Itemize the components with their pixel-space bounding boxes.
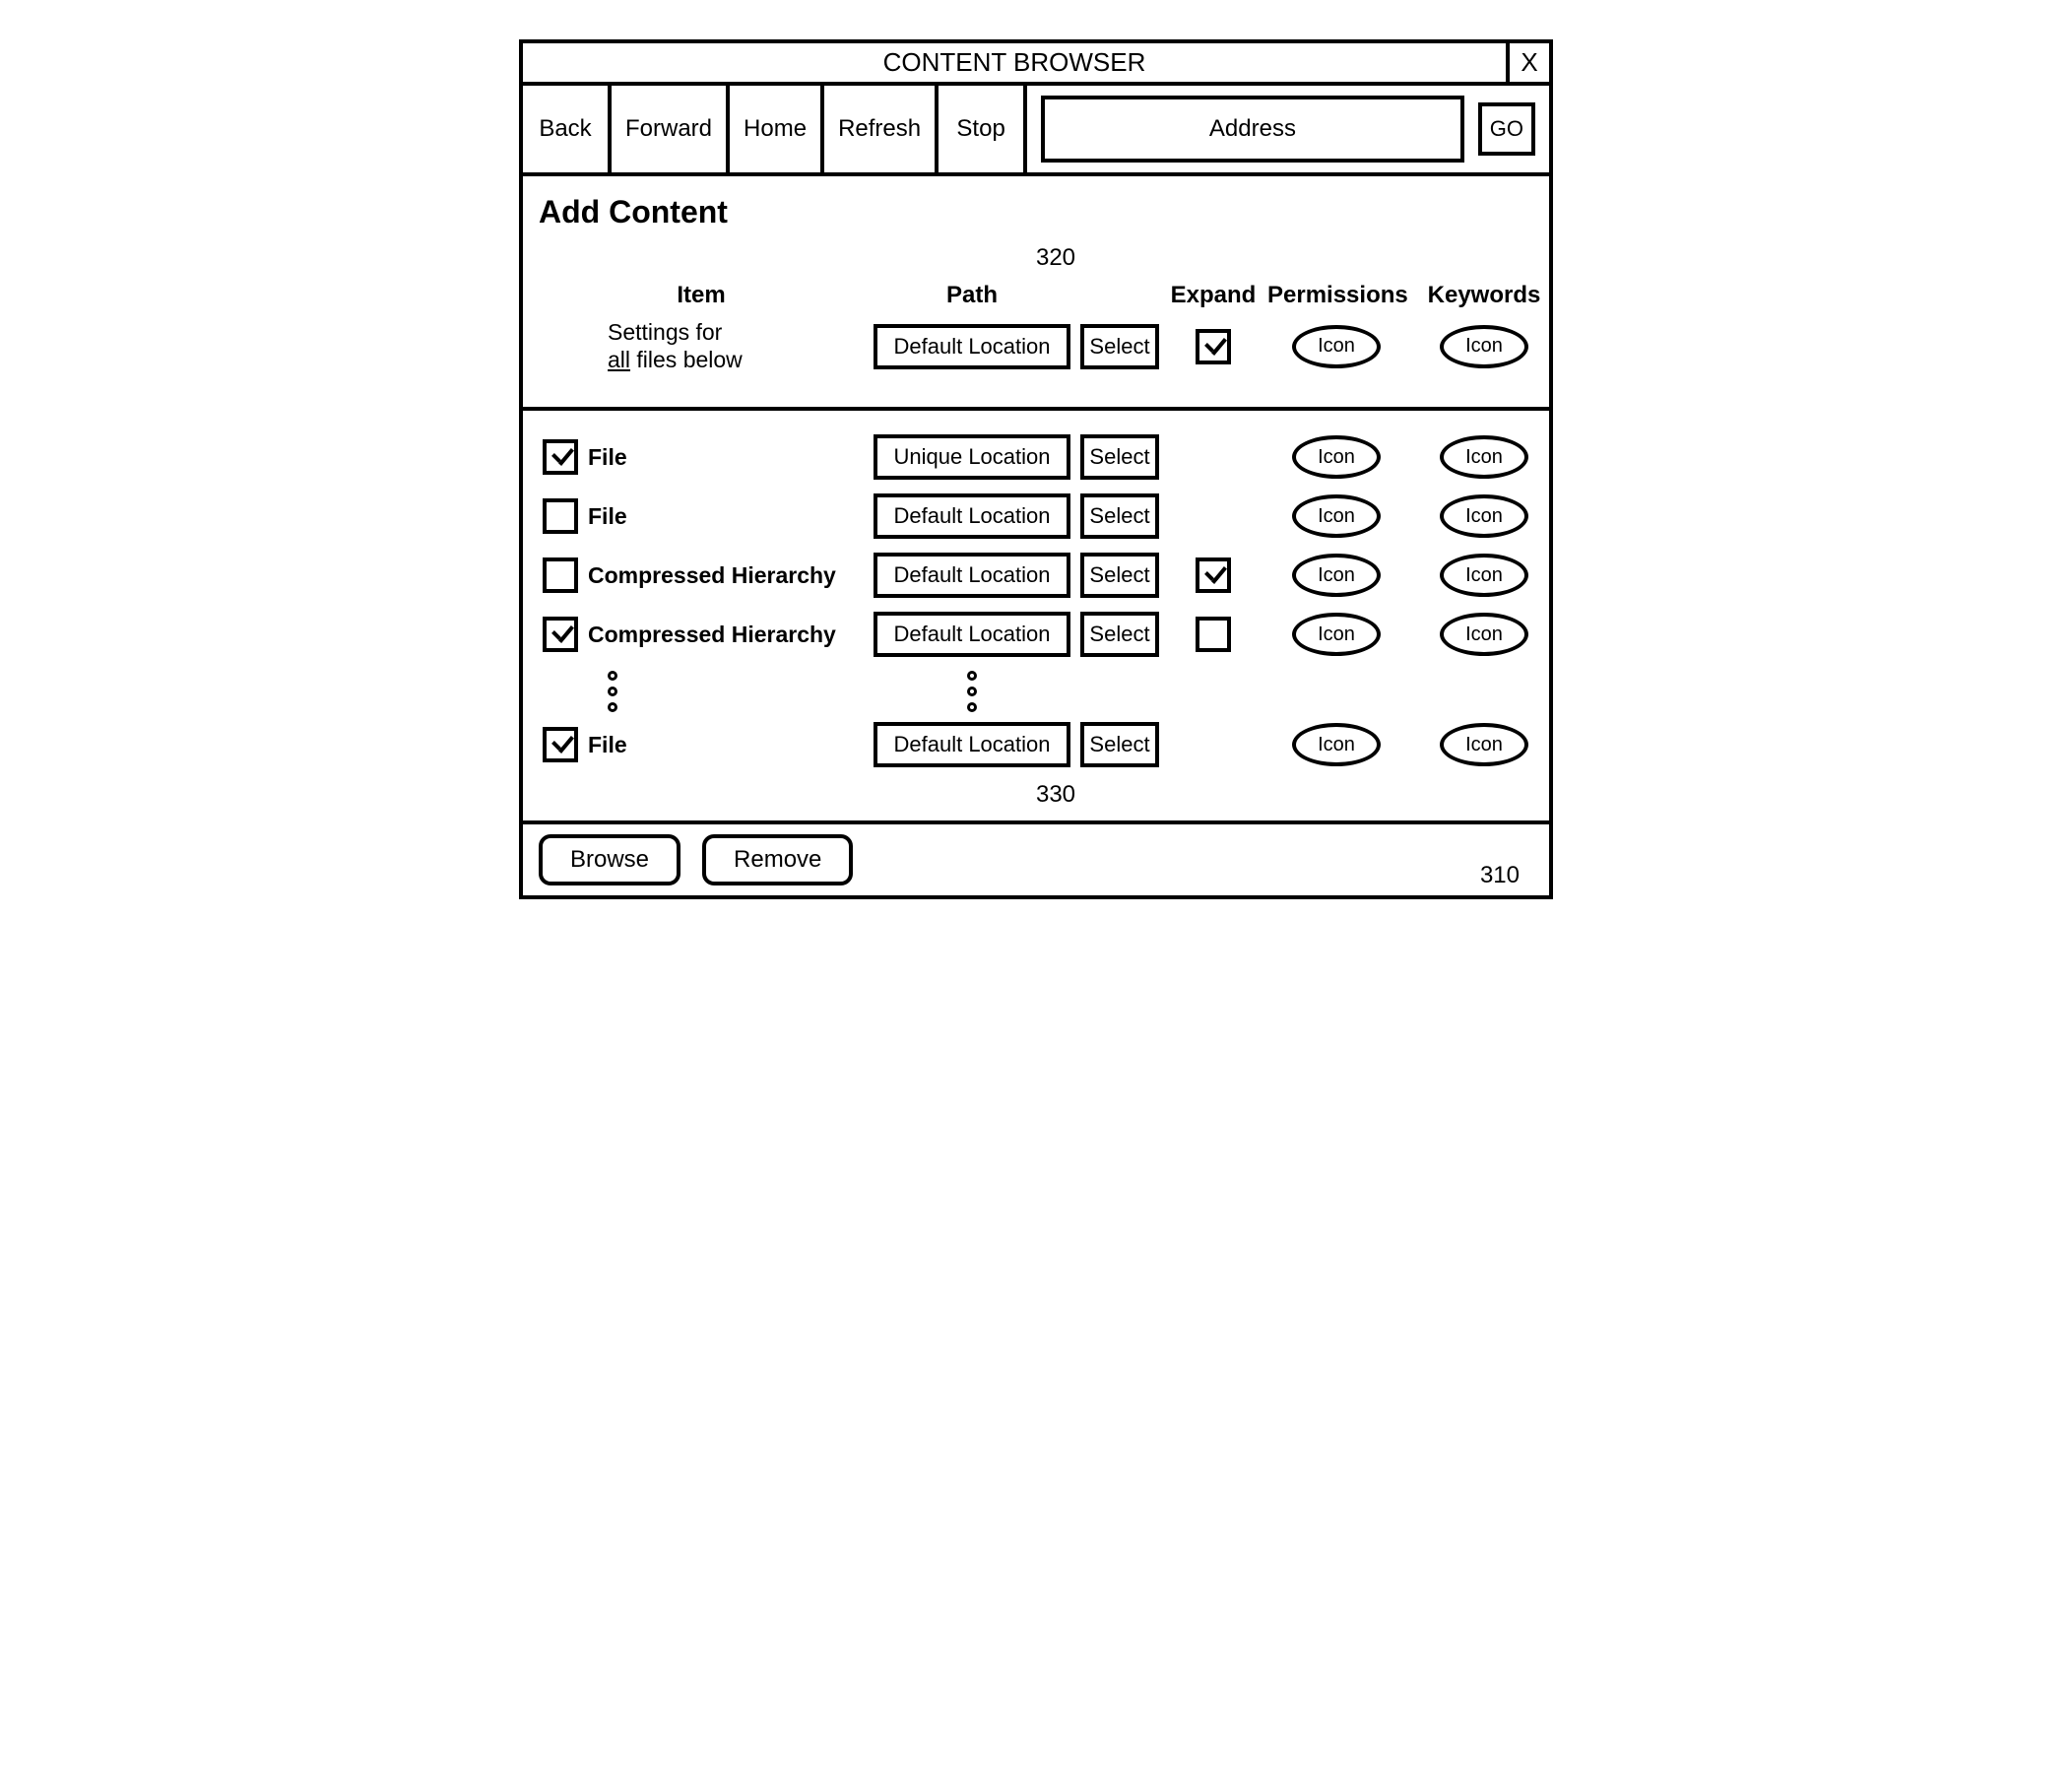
ref-num-320: 320 [539, 244, 1533, 272]
settings-expand-checkbox[interactable] [1196, 329, 1231, 364]
row-permissions-icon[interactable]: Icon [1292, 723, 1381, 766]
refresh-button[interactable]: Refresh [824, 86, 939, 172]
toolbar: Back Forward Home Refresh Stop Address G… [523, 86, 1549, 176]
forward-button[interactable]: Forward [612, 86, 730, 172]
row-label: File [588, 503, 627, 530]
settings-row: Settings for all files below Default Loc… [539, 319, 1533, 373]
row-select-button[interactable]: Select [1080, 493, 1159, 539]
row-label: File [588, 444, 627, 471]
row-item: File [539, 727, 864, 762]
row-path[interactable]: Default Location [874, 553, 1070, 598]
table-row: File Unique Location Select Icon Icon [539, 434, 1533, 480]
row-expand-checkbox[interactable] [1196, 557, 1231, 593]
col-expand: Expand [1169, 282, 1258, 309]
table-row: File Default Location Select Icon Icon [539, 493, 1533, 539]
titlebar: CONTENT BROWSER X [523, 43, 1549, 86]
close-button[interactable]: X [1506, 43, 1549, 82]
row-expand-empty [1169, 457, 1258, 458]
vdots-icon [874, 671, 1070, 712]
row-path[interactable]: Default Location [874, 722, 1070, 767]
settings-permissions-icon[interactable]: Icon [1292, 325, 1381, 368]
row-item: Compressed Hierarchy [539, 557, 864, 593]
row-item: File [539, 439, 864, 475]
browse-button[interactable]: Browse [539, 834, 680, 885]
table-row: Compressed Hierarchy Default Location Se… [539, 612, 1533, 657]
row-select-button[interactable]: Select [1080, 612, 1159, 657]
col-keywords: Keywords [1415, 282, 1553, 309]
col-permissions: Permissions [1267, 282, 1405, 309]
settings-line1: Settings for [608, 319, 722, 345]
row-checkbox[interactable] [543, 439, 578, 475]
row-select-button[interactable]: Select [1080, 722, 1159, 767]
table-row: File Default Location Select Icon Icon [539, 722, 1533, 767]
window: CONTENT BROWSER X Back Forward Home Refr… [519, 39, 1553, 899]
row-permissions-icon[interactable]: Icon [1292, 613, 1381, 656]
stop-button[interactable]: Stop [939, 86, 1027, 172]
settings-label: Settings for all files below [539, 319, 864, 373]
ellipsis-row [539, 671, 1533, 712]
window-title: CONTENT BROWSER [523, 43, 1506, 82]
row-item: Compressed Hierarchy [539, 617, 864, 652]
col-path: Path [874, 282, 1070, 309]
row-select-button[interactable]: Select [1080, 434, 1159, 480]
go-button[interactable]: GO [1478, 102, 1535, 156]
vdots-icon [539, 671, 864, 712]
row-checkbox[interactable] [543, 617, 578, 652]
col-select-spacer [1080, 295, 1159, 296]
row-keywords-icon[interactable]: Icon [1440, 613, 1528, 656]
row-permissions-icon[interactable]: Icon [1292, 494, 1381, 538]
ref-num-310: 310 [1480, 862, 1520, 889]
row-checkbox[interactable] [543, 557, 578, 593]
settings-select-button[interactable]: Select [1080, 324, 1159, 369]
row-checkbox[interactable] [543, 498, 578, 534]
row-expand-empty [1169, 516, 1258, 517]
row-path[interactable]: Default Location [874, 612, 1070, 657]
settings-path[interactable]: Default Location [874, 324, 1070, 369]
footer: Browse Remove 310 [523, 824, 1549, 895]
row-keywords-icon[interactable]: Icon [1440, 554, 1528, 597]
row-expand-empty [1169, 745, 1258, 746]
page-heading: Add Content [539, 194, 1533, 230]
section-top: Add Content 320 Item Path Expand Permiss… [523, 176, 1549, 411]
address-area: Address GO [1027, 86, 1549, 172]
row-keywords-icon[interactable]: Icon [1440, 494, 1528, 538]
settings-underline: all [608, 347, 630, 372]
column-headers: Item Path Expand Permissions Keywords [539, 282, 1533, 309]
row-permissions-icon[interactable]: Icon [1292, 435, 1381, 479]
back-button[interactable]: Back [523, 86, 612, 172]
ref-num-330: 330 [539, 781, 1533, 809]
row-label: Compressed Hierarchy [588, 622, 836, 648]
table-row: Compressed Hierarchy Default Location Se… [539, 553, 1533, 598]
section-mid: File Unique Location Select Icon Icon Fi… [523, 411, 1549, 824]
row-permissions-icon[interactable]: Icon [1292, 554, 1381, 597]
home-button[interactable]: Home [730, 86, 824, 172]
col-item: Item [539, 282, 864, 309]
address-input[interactable]: Address [1041, 96, 1464, 163]
settings-suffix: files below [630, 347, 743, 372]
row-expand-checkbox[interactable] [1196, 617, 1231, 652]
row-path[interactable]: Unique Location [874, 434, 1070, 480]
row-item: File [539, 498, 864, 534]
row-keywords-icon[interactable]: Icon [1440, 723, 1528, 766]
row-label: File [588, 732, 627, 758]
row-label: Compressed Hierarchy [588, 562, 836, 589]
row-keywords-icon[interactable]: Icon [1440, 435, 1528, 479]
row-select-button[interactable]: Select [1080, 553, 1159, 598]
row-path[interactable]: Default Location [874, 493, 1070, 539]
row-checkbox[interactable] [543, 727, 578, 762]
remove-button[interactable]: Remove [702, 834, 853, 885]
settings-keywords-icon[interactable]: Icon [1440, 325, 1528, 368]
